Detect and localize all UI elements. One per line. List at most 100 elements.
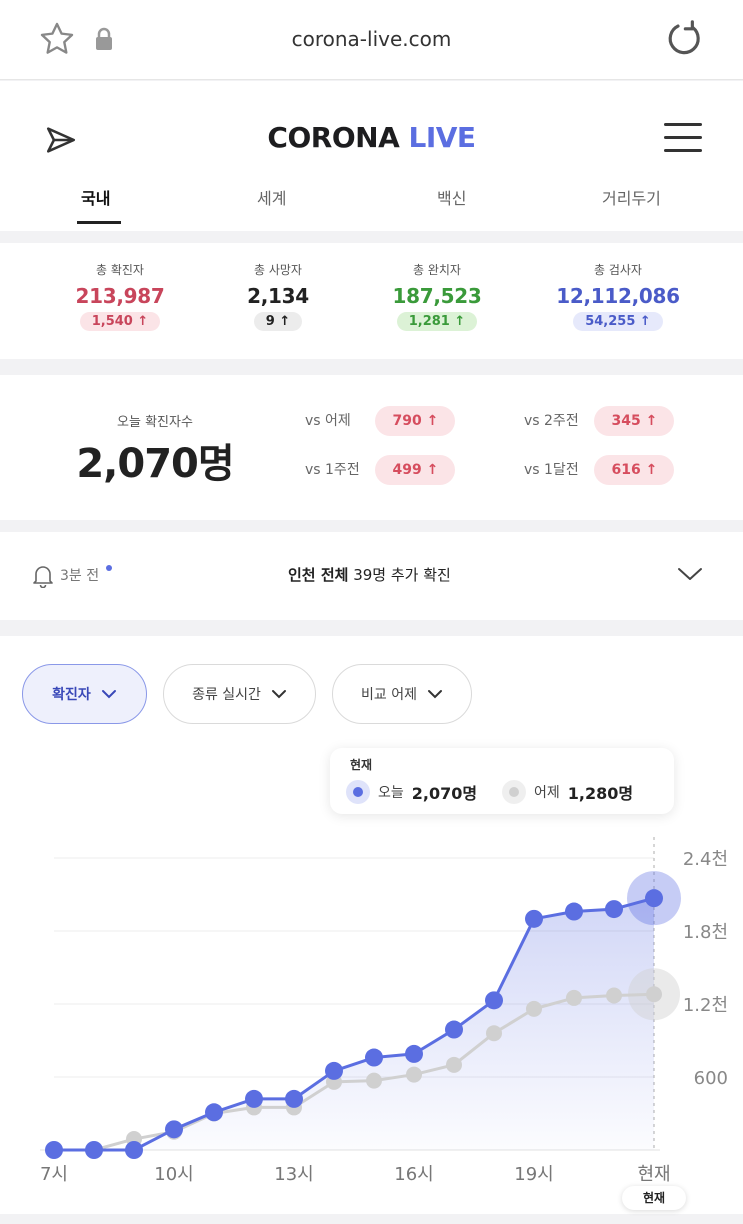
- today-point: [45, 1141, 63, 1159]
- tab-domestic[interactable]: 국내: [81, 185, 110, 209]
- compare-value: 790 ↑: [375, 406, 456, 436]
- filter-type-button[interactable]: 확진자: [22, 664, 147, 724]
- compare-1week: vs 1주전 499 ↑: [305, 455, 456, 485]
- today-point: [445, 1020, 463, 1039]
- stat-change-badge: 54,255 ↑: [573, 312, 663, 331]
- y-tick-label: 1.2천: [683, 995, 728, 1016]
- stat-change-badge: 9 ↑: [253, 312, 303, 331]
- chevron-down-icon: [101, 690, 116, 699]
- today-point: [165, 1120, 183, 1139]
- stat-value: 213,987: [75, 284, 165, 308]
- latest-update-bar[interactable]: 3분 전 인천 전체 39명 추가 확진: [0, 532, 743, 620]
- tooltip-title: 현재: [350, 758, 373, 772]
- compare-label: vs 2주전: [524, 413, 579, 429]
- new-indicator-dot: [106, 565, 112, 571]
- today-panel: 오늘 확진자수 2,070명 vs 어제 790 ↑ vs 2주전 345 ↑ …: [0, 375, 743, 520]
- today-point: [645, 889, 663, 908]
- stat-deaths: 총 사망자 2,134 9 ↑: [198, 261, 358, 331]
- active-tab-indicator: [77, 221, 121, 224]
- today-value: 2,070명: [76, 441, 234, 487]
- today-point: [485, 991, 503, 1010]
- yesterday-point: [366, 1072, 382, 1089]
- stat-label: 총 사망자: [254, 263, 302, 277]
- url-text[interactable]: corona-live.com: [0, 27, 743, 51]
- stat-label: 총 확진자: [96, 263, 144, 277]
- tooltip-yesterday-value: 1,280명: [567, 784, 634, 803]
- stat-value: 187,523: [392, 284, 482, 308]
- tab-world[interactable]: 세계: [257, 185, 286, 209]
- compare-yesterday: vs 어제 790 ↑: [305, 406, 456, 436]
- x-tick-label: 16시: [394, 1164, 433, 1185]
- stat-value: 2,134: [247, 284, 309, 308]
- chevron-down-icon: [427, 690, 442, 699]
- filter-kind-button[interactable]: 종류 실시간: [163, 664, 316, 724]
- filter-type-label: 확진자: [52, 687, 91, 703]
- today-area-fill: [54, 898, 654, 1150]
- tooltip-today: 오늘 2,070명: [346, 780, 477, 804]
- stat-confirmed: 총 확진자 213,987 1,540 ↑: [40, 261, 200, 331]
- today-label: 오늘 확진자수: [117, 415, 193, 430]
- logo-text-corona: CORONA: [267, 121, 400, 154]
- bell-icon: [33, 566, 53, 588]
- today-point: [365, 1048, 383, 1067]
- compare-label: vs 어제: [305, 413, 351, 429]
- browser-url-bar: corona-live.com: [0, 0, 743, 80]
- today-point: [605, 900, 623, 919]
- compare-label: vs 1주전: [305, 462, 360, 478]
- x-tick-label: 7시: [40, 1164, 68, 1185]
- chevron-down-icon: [271, 690, 286, 699]
- totals-panel: 총 확진자 213,987 1,540 ↑ 총 사망자 2,134 9 ↑ 총 …: [0, 243, 743, 359]
- today-point: [405, 1044, 423, 1063]
- tab-vaccine[interactable]: 백신: [437, 185, 466, 209]
- update-time: 3분 전: [60, 568, 100, 584]
- today-legend-marker: [346, 780, 370, 804]
- filter-kind-label: 종류 실시간: [192, 687, 261, 703]
- stat-label: 총 완치자: [413, 263, 461, 277]
- compare-1month: vs 1달전 616 ↑: [524, 455, 675, 485]
- update-text: 39명 추가 확진: [353, 566, 451, 584]
- chevron-down-icon[interactable]: [676, 564, 704, 584]
- current-time-tag: 현재: [622, 1186, 686, 1210]
- today-point: [205, 1103, 223, 1122]
- yesterday-point: [446, 1056, 462, 1073]
- tooltip-yesterday-label: 어제: [534, 785, 560, 801]
- tab-distancing[interactable]: 거리두기: [602, 185, 661, 209]
- compare-value: 616 ↑: [594, 455, 675, 485]
- compare-value: 345 ↑: [594, 406, 675, 436]
- main-tabs: 국내 세계 백신 거리두기: [0, 179, 743, 231]
- yesterday-legend-marker: [502, 780, 526, 804]
- yesterday-point: [606, 987, 622, 1004]
- x-tick-label: 10시: [154, 1164, 193, 1185]
- stat-change-badge: 1,281 ↑: [396, 312, 478, 331]
- yesterday-point: [646, 986, 662, 1003]
- reload-icon[interactable]: [664, 18, 706, 60]
- compare-label: vs 1달전: [524, 462, 579, 478]
- compare-value: 499 ↑: [375, 455, 456, 485]
- today-point: [285, 1089, 303, 1108]
- yesterday-point: [486, 1025, 502, 1042]
- stat-recovered: 총 완치자 187,523 1,281 ↑: [357, 261, 517, 331]
- x-tick-label: 현재: [637, 1164, 670, 1185]
- today-point: [565, 902, 583, 921]
- site-logo[interactable]: CORONA LIVE: [0, 121, 743, 154]
- logo-text-live: LIVE: [408, 121, 477, 154]
- y-tick-label: 600: [694, 1068, 728, 1089]
- chart-card: 확진자 종류 실시간 비교 어제 현재 오늘 2,070명 어제 1,280명 …: [0, 636, 743, 1214]
- today-point: [325, 1061, 343, 1080]
- update-region: 인천 전체: [288, 566, 349, 584]
- yesterday-point: [406, 1066, 422, 1083]
- x-tick-label: 19시: [514, 1164, 553, 1185]
- update-message: 인천 전체 39명 추가 확진: [288, 564, 451, 585]
- tooltip-today-label: 오늘: [378, 785, 404, 801]
- today-point: [245, 1089, 263, 1108]
- yesterday-point: [526, 1000, 542, 1017]
- filter-compare-button[interactable]: 비교 어제: [332, 664, 472, 724]
- tooltip-yesterday: 어제 1,280명: [502, 780, 633, 804]
- compare-2weeks: vs 2주전 345 ↑: [524, 406, 675, 436]
- yesterday-point: [566, 989, 582, 1006]
- today-point: [85, 1141, 103, 1159]
- hamburger-menu-icon[interactable]: [664, 123, 702, 153]
- filter-compare-label: 비교 어제: [361, 687, 417, 703]
- site-header: CORONA LIVE 국내 세계 백신 거리두기: [0, 81, 743, 231]
- stat-value: 12,112,086: [556, 284, 680, 308]
